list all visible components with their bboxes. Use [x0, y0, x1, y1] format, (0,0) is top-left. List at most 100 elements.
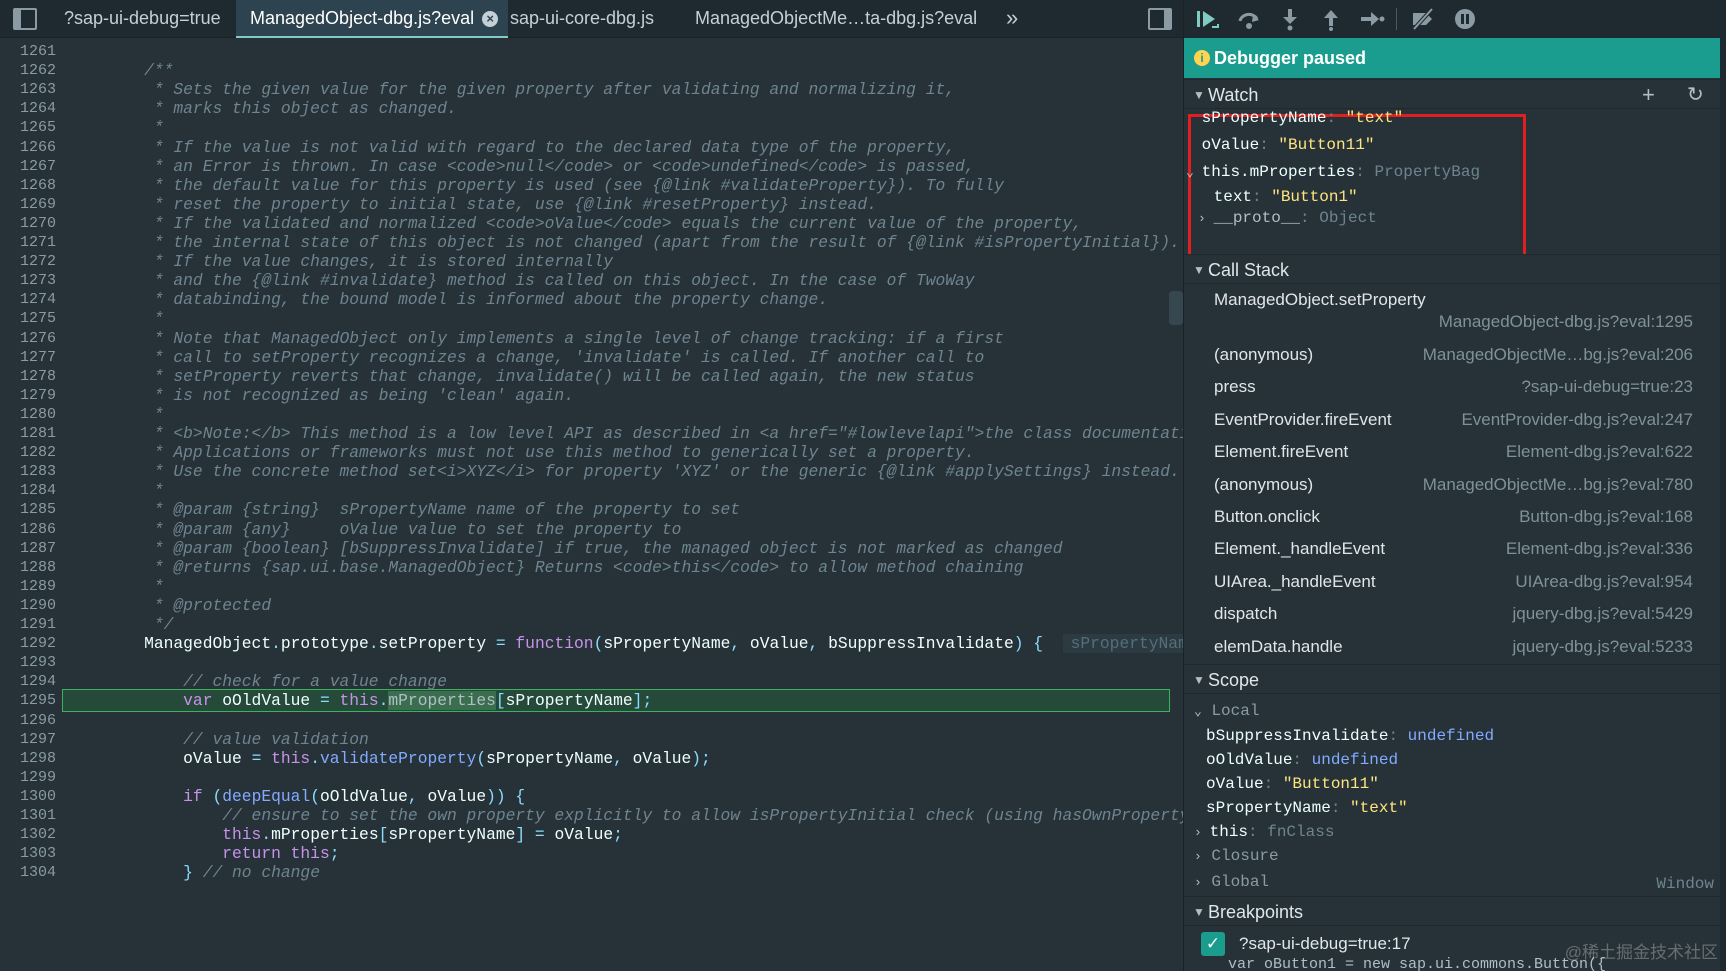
watch-section-header[interactable]: ▼ Watch + ↻ — [1184, 79, 1726, 109]
add-watch-icon[interactable]: + — [1642, 80, 1655, 110]
scope-closure-group[interactable]: › Closure — [1194, 844, 1279, 868]
chevron-down-icon[interactable]: ⌄ — [1186, 165, 1202, 180]
call-stack-frame[interactable]: EventProvider.fireEvent EventProvider-dbg… — [1184, 404, 1726, 436]
line-number[interactable]: 1264 — [0, 98, 56, 119]
call-stack-frame[interactable]: Element.fireEvent Element-dbg.js?eval:622 — [1184, 436, 1726, 468]
chevron-right-icon[interactable]: › — [1194, 825, 1210, 840]
call-stack-frame[interactable]: press ?sap-ui-debug=true:23 — [1184, 371, 1726, 403]
line-number[interactable]: 1265 — [0, 117, 56, 138]
line-number[interactable]: 1271 — [0, 232, 56, 253]
line-number[interactable]: 1279 — [0, 385, 56, 406]
step-out-icon[interactable] — [1318, 7, 1344, 31]
line-number[interactable]: 1272 — [0, 251, 56, 272]
watch-expression[interactable]: oValue: "Button11" — [1186, 133, 1375, 157]
line-number[interactable]: 1291 — [0, 614, 56, 635]
call-stack-frame[interactable]: Button.onclick Button-dbg.js?eval:168 — [1184, 501, 1726, 533]
step-over-icon[interactable] — [1236, 7, 1262, 31]
code-token: var — [105, 691, 223, 711]
call-stack-frame[interactable]: (anonymous) ManagedObjectMe…bg.js?eval:78… — [1184, 469, 1726, 501]
line-number[interactable]: 1274 — [0, 289, 56, 310]
line-number[interactable]: 1295 — [0, 690, 56, 711]
watch-expression[interactable]: › __proto__: Object — [1198, 206, 1377, 230]
breakpoint-checkbox[interactable]: ✓ — [1201, 932, 1225, 956]
code-line: 1271 * the internal state of this object… — [0, 232, 1180, 253]
line-number[interactable]: 1296 — [0, 710, 56, 731]
scope-variable[interactable]: oValue: "Button11" — [1206, 772, 1379, 796]
line-number[interactable]: 1288 — [0, 557, 56, 578]
tab-managedobject-dbg[interactable]: ManagedObject-dbg.js?eval × — [236, 0, 509, 38]
code-view[interactable]: 1261 1262 /** 1263 * Sets the given value … — [0, 38, 1183, 971]
line-number[interactable]: 1277 — [0, 347, 56, 368]
refresh-watch-icon[interactable]: ↻ — [1687, 80, 1704, 110]
chevron-right-icon[interactable]: › — [1198, 211, 1214, 226]
scope-section-header[interactable]: ▼ Scope — [1184, 664, 1726, 694]
tab-sap-ui-debug[interactable]: ?sap-ui-debug=true — [54, 0, 231, 38]
toggle-debugger-icon[interactable] — [1148, 8, 1172, 30]
line-number[interactable]: 1270 — [0, 213, 56, 234]
line-number[interactable]: 1303 — [0, 843, 56, 864]
line-number[interactable]: 1282 — [0, 442, 56, 463]
line-number[interactable]: 1302 — [0, 824, 56, 845]
line-number[interactable]: 1269 — [0, 194, 56, 215]
call-stack-frame[interactable]: elemData.handle jquery-dbg.js?eval:5233 — [1184, 631, 1726, 663]
breakpoints-section-header[interactable]: ▼ Breakpoints — [1184, 896, 1726, 926]
line-number[interactable]: 1263 — [0, 79, 56, 100]
code-token: ; — [613, 825, 623, 845]
watch-expression[interactable]: ⌄ this.mProperties: PropertyBag — [1186, 160, 1480, 184]
line-number[interactable]: 1283 — [0, 461, 56, 482]
line-number[interactable]: 1267 — [0, 156, 56, 177]
more-tabs-button[interactable]: » — [1006, 0, 1018, 38]
breakpoint-location[interactable]: ?sap-ui-debug=true:17 — [1239, 932, 1411, 956]
line-number[interactable]: 1304 — [0, 862, 56, 883]
scope-variable[interactable]: sPropertyName: "text" — [1206, 796, 1408, 820]
scope-local-group[interactable]: ⌄ Local — [1194, 699, 1259, 723]
call-stack-frame[interactable]: Element._handleEvent Element-dbg.js?eval:… — [1184, 533, 1726, 565]
tab-managedobjectmetadata-dbg[interactable]: ManagedObjectMe…ta-dbg.js?eval — [685, 0, 987, 38]
call-stack-section-header[interactable]: ▼ Call Stack — [1184, 254, 1726, 284]
line-number[interactable]: 1290 — [0, 595, 56, 616]
line-number[interactable]: 1276 — [0, 328, 56, 349]
pause-on-exceptions-icon[interactable] — [1452, 7, 1478, 31]
toggle-navigator-icon[interactable] — [13, 8, 37, 30]
line-number[interactable]: 1298 — [0, 748, 56, 769]
scope-global-group[interactable]: › Global — [1194, 870, 1269, 894]
code-token: * the internal state of this object is n… — [105, 233, 1180, 252]
line-number[interactable]: 1262 — [0, 60, 56, 81]
call-stack-frame[interactable]: dispatch jquery-dbg.js?eval:5429 — [1184, 598, 1726, 630]
line-number[interactable]: 1300 — [0, 786, 56, 807]
watch-expression[interactable]: sPropertyName: "text" — [1186, 106, 1404, 130]
line-number[interactable]: 1261 — [0, 41, 56, 62]
line-number[interactable]: 1284 — [0, 480, 56, 501]
deactivate-breakpoints-icon[interactable] — [1410, 7, 1436, 31]
line-number[interactable]: 1293 — [0, 652, 56, 673]
line-number[interactable]: 1292 — [0, 633, 56, 654]
line-text: * — [105, 480, 164, 501]
scope-variable[interactable]: bSuppressInvalidate: undefined — [1206, 724, 1494, 748]
line-number[interactable]: 1286 — [0, 519, 56, 540]
step-icon[interactable] — [1359, 7, 1385, 31]
scope-variable[interactable]: oOldValue: undefined — [1206, 748, 1398, 772]
line-number[interactable]: 1273 — [0, 270, 56, 291]
line-number[interactable]: 1297 — [0, 729, 56, 750]
tab-sap-ui-core-dbg[interactable]: sap-ui-core-dbg.js — [500, 0, 664, 38]
line-number[interactable]: 1268 — [0, 175, 56, 196]
line-number[interactable]: 1280 — [0, 404, 56, 425]
call-stack-frame[interactable]: ManagedObject.setProperty ManagedObject-d… — [1184, 284, 1726, 338]
scope-variable[interactable]: › this: fnClass — [1194, 820, 1334, 844]
step-into-icon[interactable] — [1277, 7, 1303, 31]
line-number[interactable]: 1278 — [0, 366, 56, 387]
line-number[interactable]: 1281 — [0, 423, 56, 444]
call-stack-frame[interactable]: UIArea._handleEvent UIArea-dbg.js?eval:95… — [1184, 566, 1726, 598]
editor-scrollbar[interactable] — [1169, 291, 1183, 325]
line-number[interactable]: 1299 — [0, 767, 56, 788]
line-number[interactable]: 1294 — [0, 671, 56, 692]
line-number[interactable]: 1301 — [0, 805, 56, 826]
line-number[interactable]: 1289 — [0, 576, 56, 597]
resume-icon[interactable] — [1194, 7, 1220, 31]
line-number[interactable]: 1287 — [0, 538, 56, 559]
line-number[interactable]: 1275 — [0, 308, 56, 329]
line-number[interactable]: 1266 — [0, 137, 56, 158]
call-stack-frame[interactable]: (anonymous) ManagedObjectMe…bg.js?eval:20… — [1184, 339, 1726, 371]
close-icon[interactable]: × — [482, 11, 499, 27]
line-number[interactable]: 1285 — [0, 499, 56, 520]
